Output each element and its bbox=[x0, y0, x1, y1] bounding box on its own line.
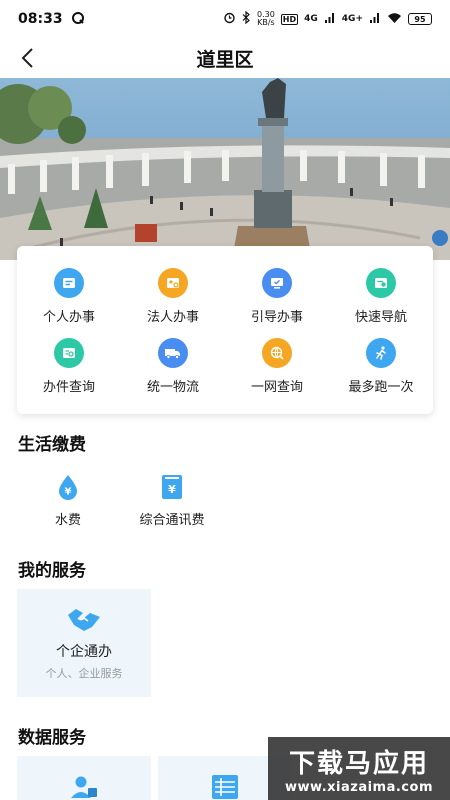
alarm-icon bbox=[223, 11, 236, 27]
watermark-title: 下载马应用 bbox=[288, 748, 429, 779]
status-time: 08:33 bbox=[18, 11, 63, 27]
payment-telecom-fee[interactable]: ¥ 综合通讯费 bbox=[126, 473, 218, 528]
phone-bill-yen-icon: ¥ bbox=[162, 475, 182, 499]
battery-indicator: 95 bbox=[408, 13, 432, 25]
chevron-left-icon bbox=[21, 48, 33, 68]
service-guided-affairs[interactable]: 引导办事 bbox=[225, 268, 329, 328]
status-bar: 08:33 0.30 KB/s HD 4G 4G+ 95 bbox=[0, 0, 450, 38]
page-title: 道里区 bbox=[196, 48, 254, 71]
watermark-url: www.xiazaima.com bbox=[285, 779, 433, 795]
service-legal-affairs[interactable]: 法人办事 bbox=[121, 268, 225, 328]
person-data-icon bbox=[71, 776, 97, 798]
my-service-card-title: 个企通办 bbox=[56, 644, 112, 660]
banner-image[interactable] bbox=[0, 78, 450, 260]
globe-search-icon bbox=[262, 338, 292, 368]
service-label: 快速导航 bbox=[354, 310, 407, 325]
running-man-icon bbox=[366, 338, 396, 368]
watermark-logo: 下载马应用 www.xiazaima.com bbox=[268, 737, 450, 800]
section-title-data-services: 数据服务 bbox=[18, 728, 86, 748]
bluetooth-icon bbox=[242, 10, 251, 27]
payment-label: 水费 bbox=[54, 513, 81, 528]
person-list-icon bbox=[54, 268, 84, 298]
list-data-icon bbox=[212, 775, 238, 799]
water-drop-yen-icon: ¥ bbox=[59, 475, 77, 500]
navigation-card-icon bbox=[366, 268, 396, 298]
wifi-icon bbox=[387, 12, 402, 27]
service-label: 法人办事 bbox=[146, 310, 199, 325]
service-online-inquiry[interactable]: 一网查询 bbox=[225, 338, 329, 398]
my-service-card-business[interactable]: 个企通办 个人、企业服务 bbox=[17, 589, 151, 697]
svg-text:¥: ¥ bbox=[65, 487, 72, 498]
notification-icon bbox=[71, 11, 85, 28]
document-search-icon bbox=[54, 338, 84, 368]
handshake-icon bbox=[68, 609, 100, 631]
service-label: 引导办事 bbox=[250, 310, 303, 325]
service-label: 个人办事 bbox=[42, 310, 95, 325]
service-label: 最多跑一次 bbox=[348, 380, 414, 395]
payment-water-fee[interactable]: ¥ 水费 bbox=[38, 473, 98, 528]
hd-badge: HD bbox=[280, 13, 299, 25]
service-unified-logistics[interactable]: 统一物流 bbox=[121, 338, 225, 398]
service-label: 办件查询 bbox=[42, 380, 95, 395]
service-personal-affairs[interactable]: 个人办事 bbox=[17, 268, 121, 328]
data-service-card-1[interactable] bbox=[17, 756, 151, 800]
section-title-my-services: 我的服务 bbox=[18, 561, 86, 581]
svg-text:¥: ¥ bbox=[168, 483, 176, 496]
service-one-visit[interactable]: 最多跑一次 bbox=[329, 338, 433, 398]
service-quick-navigation[interactable]: 快速导航 bbox=[329, 268, 433, 328]
signal-bars-icon bbox=[324, 12, 336, 27]
my-service-card-subtitle: 个人、企业服务 bbox=[45, 667, 123, 680]
signal-4g-plus: 4G+ bbox=[341, 14, 363, 24]
back-button[interactable] bbox=[12, 42, 44, 74]
signal-bars-icon bbox=[369, 12, 381, 27]
signal-4g: 4G bbox=[304, 14, 318, 24]
company-card-icon bbox=[158, 268, 188, 298]
service-case-inquiry[interactable]: 办件查询 bbox=[17, 338, 121, 398]
header: 道里区 bbox=[0, 38, 450, 78]
delivery-truck-icon bbox=[158, 338, 188, 368]
service-label: 一网查询 bbox=[250, 380, 303, 395]
section-title-life-payments: 生活缴费 bbox=[18, 435, 86, 455]
payment-label: 综合通讯费 bbox=[139, 513, 205, 528]
network-speed: 0.30 KB/s bbox=[256, 10, 275, 27]
monitor-check-icon bbox=[262, 268, 292, 298]
service-label: 统一物流 bbox=[146, 380, 199, 395]
service-grid-card: 个人办事 法人办事 引导办事 快速导航 办件查询 统一物流 一网查询 最多跑一次 bbox=[17, 246, 433, 414]
